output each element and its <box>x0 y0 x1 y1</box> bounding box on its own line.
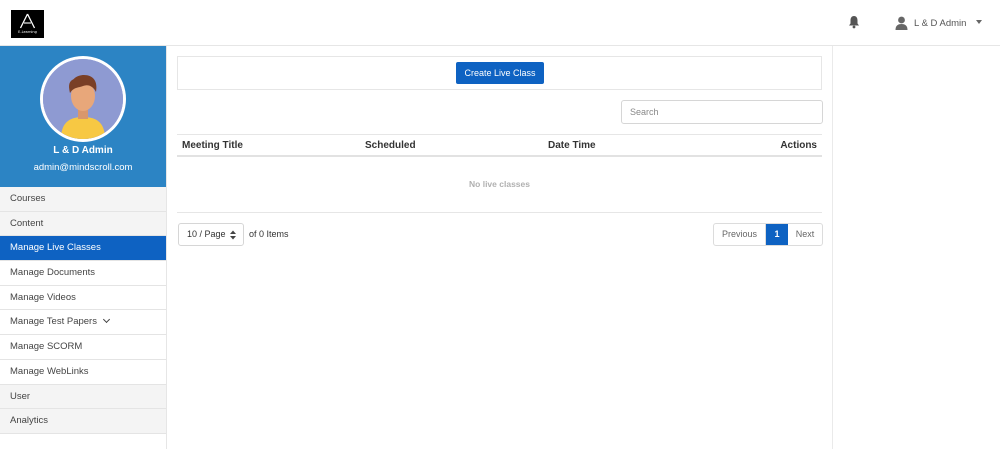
table-header: Meeting Title Scheduled Date Time Action… <box>177 134 822 157</box>
sidebar-item-manage-test-papers[interactable]: Manage Test Papers <box>0 310 166 336</box>
sidebar-item-manage-videos[interactable]: Manage Videos <box>0 286 166 311</box>
user-menu[interactable]: L & D Admin <box>895 14 983 32</box>
profile-name: L & D Admin <box>53 145 113 156</box>
sidebar-nav: Courses Content Manage Live Classes Mana… <box>0 187 166 434</box>
next-page-button[interactable]: Next <box>788 224 822 245</box>
page-size-select[interactable]: 10 / Page <box>178 223 244 246</box>
profile-email: admin@mindscroll.com <box>33 162 133 173</box>
logo-mark-icon <box>19 13 36 29</box>
sidebar: L & D Admin admin@mindscroll.com Courses… <box>0 46 167 449</box>
search-input[interactable] <box>621 100 823 124</box>
sidebar-item-courses[interactable]: Courses <box>0 187 166 212</box>
current-page-button[interactable]: 1 <box>766 224 788 245</box>
user-avatar-icon <box>43 59 123 139</box>
user-name: L & D Admin <box>914 17 967 29</box>
sidebar-item-manage-weblinks[interactable]: Manage WebLinks <box>0 360 166 385</box>
column-header-meeting-title: Meeting Title <box>182 140 243 151</box>
caret-down-icon <box>976 20 983 24</box>
sidebar-item-manage-scorm[interactable]: Manage SCORM <box>0 335 166 360</box>
sidebar-item-analytics[interactable]: Analytics <box>0 409 166 434</box>
top-bar: E-Learning L & D Admin <box>0 0 1000 46</box>
sidebar-item-user[interactable]: User <box>0 384 166 410</box>
brand-logo[interactable]: E-Learning <box>11 10 44 38</box>
empty-table-message: No live classes <box>177 157 822 213</box>
right-panel-divider <box>832 46 833 449</box>
create-live-class-button[interactable]: Create Live Class <box>456 62 544 84</box>
profile-card: L & D Admin admin@mindscroll.com <box>0 46 166 187</box>
column-header-date-time: Date Time <box>548 140 596 151</box>
column-header-scheduled: Scheduled <box>365 140 416 151</box>
previous-page-button[interactable]: Previous <box>714 224 766 245</box>
sidebar-item-content[interactable]: Content <box>0 211 166 237</box>
notification-bell-icon[interactable] <box>848 15 860 29</box>
sidebar-item-label: Manage Test Papers <box>10 316 97 328</box>
chevron-down-icon <box>102 316 111 324</box>
column-header-actions: Actions <box>780 140 817 151</box>
user-icon <box>895 16 908 30</box>
page-size-value: 10 / Page <box>187 229 226 239</box>
sidebar-item-manage-live-classes[interactable]: Manage Live Classes <box>0 236 166 262</box>
sort-arrows-icon <box>230 230 236 240</box>
logo-text: E-Learning <box>18 30 37 34</box>
item-count: of 0 Items <box>249 229 289 239</box>
avatar <box>40 56 126 142</box>
sidebar-item-manage-documents[interactable]: Manage Documents <box>0 261 166 286</box>
pagination: Previous 1 Next <box>713 223 823 246</box>
